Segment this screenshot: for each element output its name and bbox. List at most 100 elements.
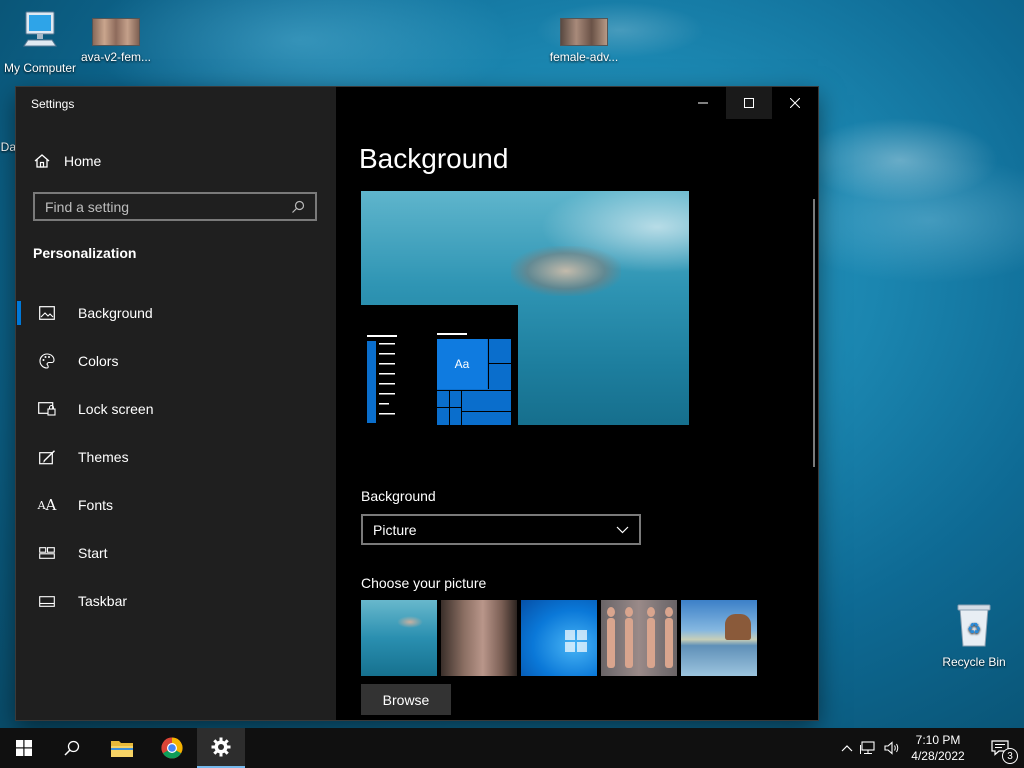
- preview-swimmer: [511, 246, 621, 296]
- taskbar-clock[interactable]: 7:10 PM 4/28/2022: [904, 732, 972, 764]
- gear-icon: [211, 737, 231, 757]
- picture-thumb-beach[interactable]: [681, 600, 757, 676]
- image-file-icon: [92, 18, 140, 46]
- tile: [488, 364, 512, 389]
- browse-button[interactable]: Browse: [361, 684, 451, 715]
- picture-thumb-figures[interactable]: [601, 600, 677, 676]
- tile-divider: [461, 390, 462, 425]
- background-preview: Aa: [361, 191, 689, 425]
- system-tray: [838, 728, 904, 768]
- network-icon[interactable]: [856, 741, 880, 755]
- sidebar-item-label: Start: [78, 545, 108, 561]
- maximize-button[interactable]: [726, 87, 772, 119]
- taskbar: 7:10 PM 4/28/2022 3: [0, 728, 1024, 768]
- sidebar-item-fonts[interactable]: AA Fonts: [16, 481, 336, 529]
- start-menu-mockup: Aa: [361, 305, 518, 425]
- picture-thumb-underwater[interactable]: [361, 600, 437, 676]
- clock-date: 4/28/2022: [911, 749, 965, 763]
- settings-content: Background Aa Background Picture Choose …: [336, 87, 818, 720]
- maximize-icon: [744, 98, 754, 108]
- start-icon: [32, 547, 62, 559]
- content-scrollbar[interactable]: [813, 199, 815, 467]
- tiles-header-mockup: [437, 333, 467, 335]
- close-icon: [790, 98, 800, 108]
- chevron-down-icon: [616, 526, 629, 534]
- action-center-button[interactable]: 3: [976, 728, 1024, 768]
- sidebar-item-label: Taskbar: [78, 593, 128, 609]
- desktop-icon-label: ava-v2-fem...: [80, 50, 152, 64]
- clock-time: 7:10 PM: [915, 733, 961, 747]
- chrome-button[interactable]: [148, 728, 196, 768]
- desktop-icon-label: Da: [0, 140, 16, 154]
- page-title: Background: [359, 143, 509, 174]
- windows-start-icon: [16, 740, 32, 756]
- windows-logo-icon: [565, 630, 587, 652]
- sidebar-item-lock-screen[interactable]: Lock screen: [16, 385, 336, 433]
- palette-icon: [32, 353, 62, 369]
- sidebar-item-label: Themes: [78, 449, 129, 465]
- computer-icon: [0, 10, 80, 57]
- desktop-icon-partial[interactable]: Da: [0, 140, 16, 154]
- tile: [488, 339, 512, 364]
- thumb-detail: [725, 614, 751, 640]
- picture-thumb-windows[interactable]: [521, 600, 597, 676]
- sidebar-item-start[interactable]: Start: [16, 529, 336, 577]
- picture-thumb-portrait[interactable]: [441, 600, 517, 676]
- folder-icon: [111, 741, 133, 757]
- tile-divider: [437, 407, 461, 408]
- search-placeholder: Find a setting: [45, 198, 130, 215]
- start-button[interactable]: [0, 728, 48, 768]
- search-icon: [64, 740, 80, 756]
- file-explorer-button[interactable]: [98, 728, 146, 768]
- chevron-up-icon[interactable]: [838, 744, 856, 752]
- svg-text:♻: ♻: [967, 619, 981, 638]
- settings-sidebar: Settings Home Find a setting Personaliza…: [16, 87, 336, 720]
- thumb-detail: [397, 616, 423, 628]
- preview-tile-text: Aa: [437, 339, 487, 389]
- picture-icon: [32, 306, 62, 320]
- recycle-bin-icon: ♻: [934, 602, 1014, 651]
- taskbar-icon: [32, 595, 62, 607]
- figures-graphic: [607, 607, 673, 668]
- desktop-icon-label: My Computer: [3, 61, 77, 75]
- desktop-icon-ava-file[interactable]: ava-v2-fem...: [76, 18, 156, 64]
- choose-picture-label: Choose your picture: [361, 575, 487, 591]
- window-title: Settings: [31, 97, 75, 111]
- minimize-button[interactable]: [680, 87, 726, 119]
- notification-badge: 3: [1002, 748, 1018, 764]
- volume-icon[interactable]: [880, 741, 904, 755]
- settings-window: Settings Home Find a setting Personaliza…: [16, 87, 818, 720]
- image-file-icon: [560, 18, 608, 46]
- sidebar-item-label: Background: [78, 305, 153, 321]
- search-input[interactable]: Find a setting: [33, 192, 317, 221]
- search-icon[interactable]: [291, 200, 305, 214]
- background-type-dropdown[interactable]: Picture: [361, 514, 641, 545]
- home-nav-item[interactable]: Home: [32, 147, 101, 175]
- picture-thumbnails: [361, 600, 757, 676]
- section-title: Personalization: [33, 245, 137, 261]
- search-button[interactable]: [48, 728, 96, 768]
- tile-divider: [462, 411, 511, 412]
- sidebar-item-themes[interactable]: Themes: [16, 433, 336, 481]
- settings-taskbar-button[interactable]: [197, 728, 245, 768]
- home-label: Home: [64, 153, 102, 169]
- desktop-icon-label: Recycle Bin: [942, 655, 1006, 669]
- minimize-icon: [698, 102, 708, 104]
- background-type-label: Background: [361, 488, 436, 504]
- sidebar-item-label: Lock screen: [78, 401, 154, 417]
- desktop-icon-recycle-bin[interactable]: ♻ Recycle Bin: [934, 602, 1014, 669]
- fonts-icon: AA: [37, 496, 57, 514]
- start-list-mockup: [367, 335, 397, 423]
- desktop-icon-label: female-adv...: [549, 50, 619, 64]
- sidebar-item-colors[interactable]: Colors: [16, 337, 336, 385]
- home-icon: [34, 153, 64, 169]
- sidebar-item-label: Fonts: [78, 497, 114, 513]
- sidebar-item-background[interactable]: Background: [16, 289, 336, 337]
- themes-icon: [32, 449, 62, 465]
- close-button[interactable]: [772, 87, 818, 119]
- chrome-icon: [161, 737, 183, 759]
- desktop-icon-female-file[interactable]: female-adv...: [544, 18, 624, 64]
- sidebar-item-taskbar[interactable]: Taskbar: [16, 577, 336, 625]
- tiles-mockup: Aa: [437, 339, 512, 425]
- desktop-icon-my-computer[interactable]: My Computer: [0, 10, 80, 75]
